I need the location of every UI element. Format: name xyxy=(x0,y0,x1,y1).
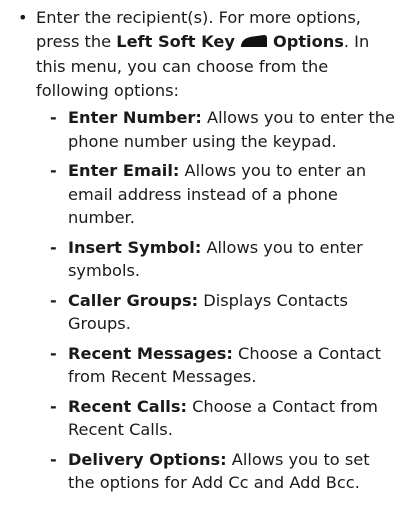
option-delivery-options: - Delivery Options: Allows you to set the… xyxy=(50,448,401,495)
dash-mark: - xyxy=(50,108,57,127)
dash-mark: - xyxy=(50,290,57,310)
option-title: Delivery Options: xyxy=(68,449,227,469)
option-title: Enter Number: xyxy=(68,108,202,127)
option-recent-calls: - Recent Calls: Choose a Contact from Rec… xyxy=(50,395,401,442)
left-soft-key-icon xyxy=(239,32,269,56)
options-list: - Enter Number: Allows you to enter the p… xyxy=(36,106,401,495)
instruction-bullet: • Enter the recipient(s). For more optio… xyxy=(18,6,401,495)
option-title: Recent Messages: xyxy=(68,343,233,363)
dash-mark: - xyxy=(50,161,57,180)
option-title: Enter Email: xyxy=(68,161,180,180)
dash-mark: - xyxy=(50,396,57,416)
option-caller-groups: - Caller Groups: Displays Contacts Groups… xyxy=(50,289,401,336)
option-enter-email: - Enter Email: Allows you to enter an ema… xyxy=(50,159,401,230)
dash-mark: - xyxy=(50,237,57,257)
dash-mark: - xyxy=(50,343,57,363)
dash-mark: - xyxy=(50,449,57,469)
option-title: Caller Groups: xyxy=(68,290,199,310)
option-enter-number: - Enter Number: Allows you to enter the p… xyxy=(50,106,401,153)
key-name: Left Soft Key xyxy=(116,31,235,51)
instruction-text: Enter the recipient(s). For more options… xyxy=(36,6,401,102)
option-recent-messages: - Recent Messages: Choose a Contact from … xyxy=(50,342,401,389)
manual-page: • Enter the recipient(s). For more optio… xyxy=(0,0,411,521)
option-title: Insert Symbol: xyxy=(68,237,202,257)
option-insert-symbol: - Insert Symbol: Allows you to enter symb… xyxy=(50,236,401,283)
option-title: Recent Calls: xyxy=(68,396,187,416)
bullet-mark: • xyxy=(18,8,28,27)
key-action: Options xyxy=(272,31,344,51)
